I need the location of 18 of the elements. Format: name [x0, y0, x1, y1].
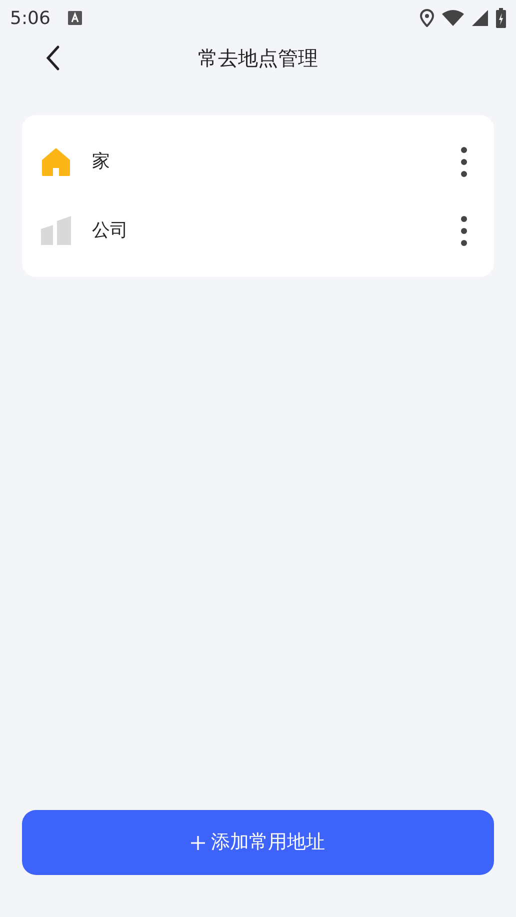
- signal-icon: [472, 10, 488, 26]
- place-item[interactable]: 家: [22, 127, 494, 196]
- page-title: 常去地点管理: [198, 45, 318, 72]
- place-name: 公司: [92, 219, 129, 243]
- add-address-button[interactable]: 添加常用地址: [22, 810, 494, 875]
- building-icon: [40, 214, 72, 246]
- place-name: 家: [92, 150, 111, 174]
- house-icon: [40, 146, 72, 178]
- plus-icon: [191, 836, 205, 850]
- more-icon[interactable]: [460, 214, 468, 246]
- more-icon[interactable]: [460, 146, 468, 178]
- status-time: 5:06: [10, 6, 50, 30]
- keyboard-icon: [68, 11, 82, 25]
- place-item[interactable]: 公司: [22, 196, 494, 265]
- location-icon: [420, 9, 434, 27]
- wifi-icon: [442, 10, 464, 26]
- battery-icon: [496, 8, 506, 28]
- back-icon: [46, 45, 60, 71]
